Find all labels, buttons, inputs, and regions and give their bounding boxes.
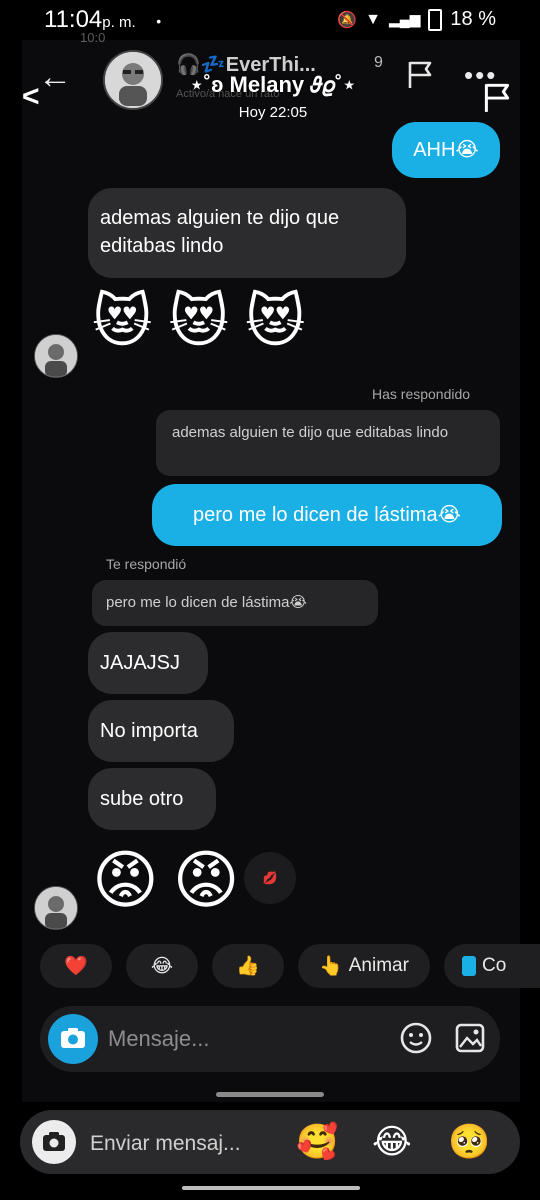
animar-button[interactable]: 👆 Animar [298, 944, 430, 988]
home-indicator [182, 1186, 360, 1190]
outer-camera-button[interactable] [32, 1120, 76, 1164]
flag-icon[interactable] [480, 80, 514, 114]
contact-avatar[interactable] [103, 50, 163, 110]
inner-home-indicator [216, 1092, 324, 1097]
co-button[interactable]: Co [444, 944, 540, 988]
heart-icon: ❤️ [64, 956, 88, 977]
smiling-hearts-emoji-button[interactable]: 🥰 [296, 1120, 338, 1164]
status-dot: • [156, 12, 162, 29]
message-received[interactable]: JAJAJSJ [88, 632, 208, 694]
angry-face-emoji: 😡 [92, 844, 159, 916]
co-label: Co [482, 955, 507, 976]
battery-icon [428, 8, 443, 31]
reply-quote[interactable]: ademas alguien te dijo que editabas lind… [156, 410, 500, 476]
report-flag-icon[interactable] [404, 58, 436, 90]
angry-face-emoji: 😡 [172, 844, 240, 916]
followers-count: 9 [374, 54, 383, 71]
heart-eyes-cat-emoji: 😻 [168, 289, 229, 354]
message-received[interactable]: sube otro [88, 768, 216, 830]
pleading-face-emoji-button[interactable]: 🥺 [448, 1120, 490, 1164]
cat-emojis[interactable]: 😻 😻 😻 [92, 290, 305, 354]
message-sent[interactable]: pero me lo dicen de lástima😭 [152, 484, 502, 546]
sender-avatar[interactable] [34, 334, 78, 378]
play-icon [462, 956, 476, 976]
signal-icon: ▂▄▆ [388, 11, 421, 27]
battery-percent: 18 % [450, 8, 496, 30]
laugh-icon: 😂 [150, 955, 174, 977]
message-sent[interactable]: AHH😭 [392, 122, 500, 178]
message-input[interactable]: Mensaje... [108, 1026, 210, 1052]
send-message-input[interactable]: Enviar mensaj... [90, 1132, 241, 1156]
sticker-icon[interactable] [398, 1020, 434, 1056]
tears-of-joy-emoji-button[interactable]: 😂 [372, 1120, 412, 1164]
heart-eyes-cat-emoji: 😻 [244, 289, 306, 354]
wifi-icon: ▼ [365, 10, 381, 28]
reply-quote[interactable]: pero me lo dicen de lástima😭 [92, 580, 378, 626]
quick-laugh-button[interactable]: 😂 [126, 944, 198, 988]
gallery-icon[interactable] [452, 1020, 488, 1056]
angry-emojis[interactable]: 😡 😡 [92, 842, 239, 918]
ghost-status-time: 10:0 [80, 30, 106, 45]
status-time-suffix: p. m. [102, 14, 136, 31]
reaction-bubble[interactable]: 💋 [244, 852, 296, 904]
quick-thumbs-button[interactable]: 👍 [212, 944, 284, 988]
pointing-hand-icon: 👆 [319, 956, 343, 977]
camera-icon [61, 1028, 85, 1048]
camera-icon [43, 1132, 65, 1151]
status-icons: 🔕 ▼ ▂▄▆ 18 % [337, 8, 496, 31]
chevron-left-icon[interactable]: < [22, 80, 40, 114]
heart-eyes-cat-emoji: 😻 [92, 289, 153, 354]
thumbs-up-icon: 👍 [236, 956, 260, 977]
animar-label: Animar [348, 955, 409, 976]
back-arrow-icon[interactable]: ← [38, 58, 72, 97]
sender-avatar[interactable] [34, 886, 78, 930]
kiss-mark-icon: 💋 [262, 871, 278, 885]
status-time-main: 11:04 [44, 6, 103, 33]
replied-label: Has respondido [372, 386, 471, 402]
chat-date: Hoy 22:05 [238, 104, 308, 121]
message-received[interactable]: No importa [88, 700, 234, 762]
camera-button[interactable] [48, 1014, 98, 1064]
chat-title: ⋆˚ʚ Melany 𝜗𝜚˚⋆ [189, 72, 357, 97]
quick-heart-button[interactable]: ❤️ [40, 944, 112, 988]
reply-label: Te respondió [106, 556, 187, 572]
mute-icon: 🔕 [337, 11, 358, 29]
message-received[interactable]: ademas alguien te dijo que editabas lind… [88, 188, 406, 278]
